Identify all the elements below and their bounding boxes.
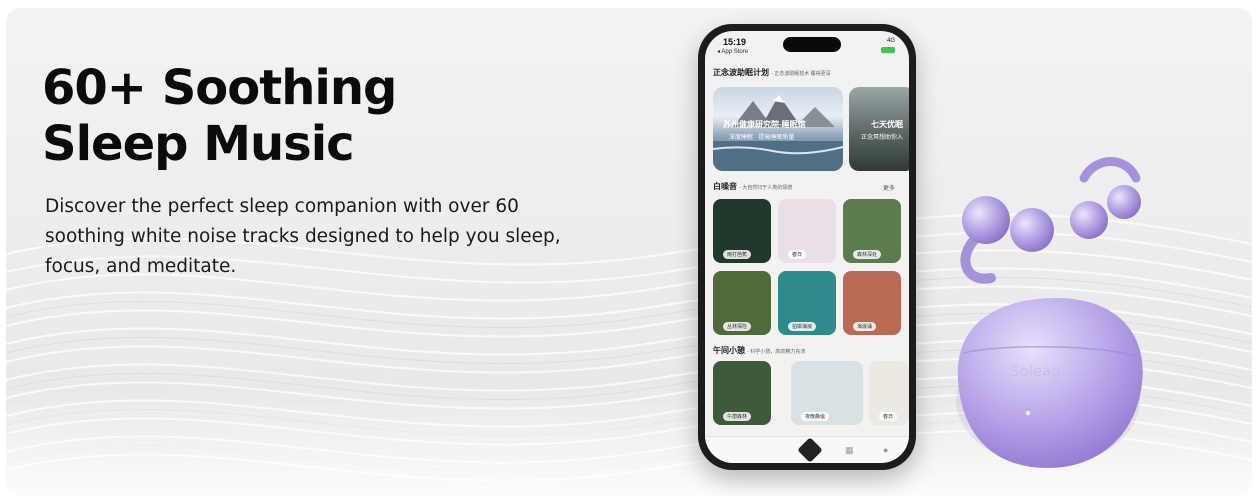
tile-rain: 雨打芭蕉 [713,199,771,263]
section-title-white-noise: 白噪音 - 大自然归于人类的馈赠 [713,181,792,192]
library-tab-icon: ▦ [845,445,854,455]
battery-icon [881,47,895,53]
hero-card-2: 七天优眠 正念冥想助你入 [849,87,909,171]
tile-label: 森林深处 [853,250,882,259]
tile-sea: 海浪涌 [843,271,901,335]
tile-label: 午憩森林 [723,412,752,421]
section3-title: 午间小憩 [713,346,745,355]
home-tab-icon [797,437,823,463]
tile-label: 春日 [879,412,898,421]
hero-card-1-subtitle: 深度睡眠 · 提高睡眠质量 [729,135,795,141]
phone-screen: 15:19 ◂ App Store 4G 正念波助眠计划 - 正念波助眠技术 睡… [705,31,909,463]
hero-banner: 60+ Soothing Sleep Music Discover the pe… [6,8,1252,496]
tile-label: 拍岸海浪 [788,322,817,331]
hero-card-2-subtitle: 正念冥想助你入 [861,135,904,141]
section3-sub: - 科学小憩，高效精力充沛 [747,349,806,355]
section2-sub: - 大自然归于人类的馈赠 [739,185,793,191]
earbuds-product: Soleag [956,157,1143,468]
headline-line-2: Sleep Music [42,116,355,172]
status-time: 15:19 [723,37,747,47]
description: Discover the perfect sleep companion wit… [45,196,561,277]
tab-bar: ▦ ● [705,436,909,463]
section1-sub: - 正念波助眠技术 睡得更深 [771,71,831,77]
hero-card-1-title: 苏州健康研究院-睡眠馆 [723,120,806,129]
tile-forest: 森林深处 [843,199,901,263]
more-link: 更多 [882,186,895,192]
dynamic-island [783,37,841,52]
tile-label: 夜晚静谧 [801,412,830,421]
tile-label: 春日 [788,250,807,259]
tile-jungle: 丛林探险 [713,271,771,335]
section2-title: 白噪音 [713,182,737,191]
tile-label: 雨打芭蕉 [723,250,752,259]
headline-line-1: 60+ Soothing [42,60,397,116]
nap-tile-3: 春日 [869,361,909,425]
headline: 60+ Soothing Sleep Music [42,60,397,172]
nap-tile-2: 夜晚静谧 [791,361,863,425]
tile-label: 丛林探险 [723,322,752,331]
right-earbud [1070,157,1141,239]
charging-case: Soleag [956,298,1143,468]
phone-mockup: 15:19 ◂ App Store 4G 正念波助眠计划 - 正念波助眠技术 睡… [698,24,916,470]
section-title-nap: 午间小憩 - 科学小憩，高效精力充沛 [713,345,805,356]
section1-title: 正念波助眠计划 [713,68,769,77]
hero-card-1: 苏州健康研究院-睡眠馆 深度睡眠 · 提高睡眠质量 [713,87,843,171]
tile-spring: 春日 [778,199,836,263]
case-logo: Soleag [1010,362,1061,380]
tile-label: 海浪涌 [853,322,877,331]
profile-tab-icon: ● [883,445,889,455]
tile-waves: 拍岸海浪 [778,271,836,335]
signal-text: 4G [886,38,895,44]
back-to-app-store: ◂ App Store [717,49,749,55]
section-title-mindful: 正念波助眠计划 - 正念波助眠技术 睡得更深 [713,67,831,78]
hero-card-2-title: 七天优眠 [871,120,903,129]
nap-tile-1: 午憩森林 [713,361,771,425]
left-earbud [960,196,1054,284]
